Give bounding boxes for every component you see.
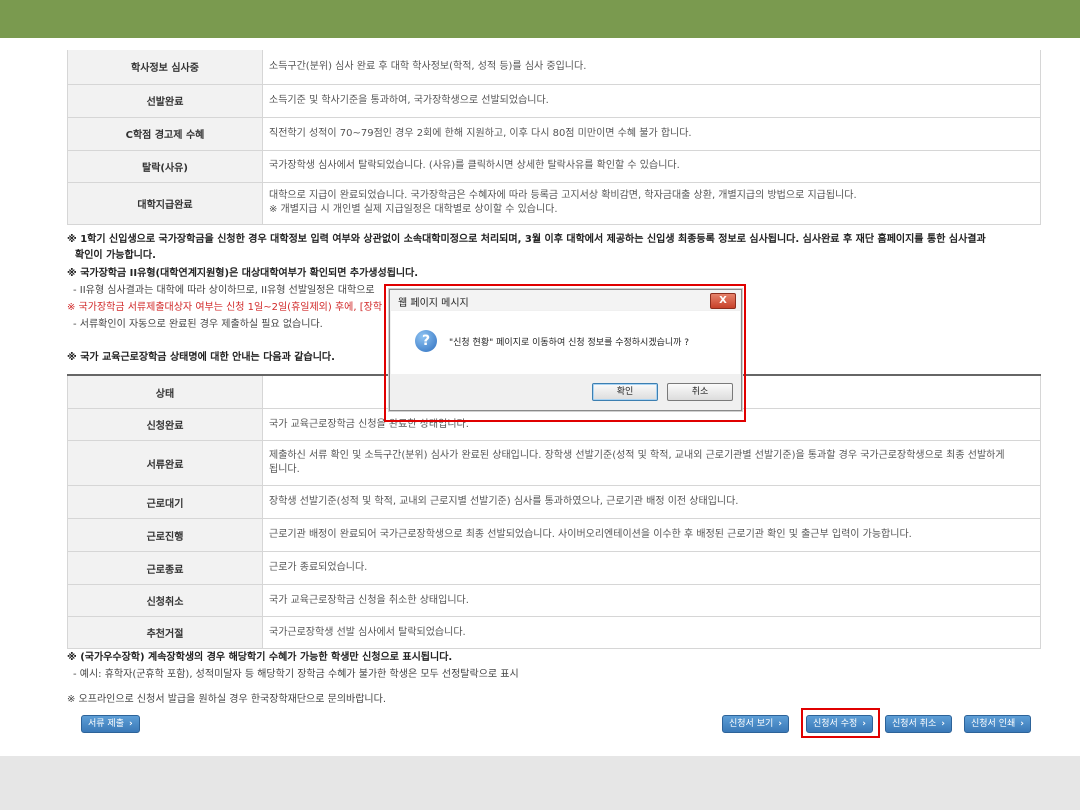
scholarship-status-table: 학사정보 심사중 소득구간(분위) 심사 완료 후 대학 학사정보(학적, 성적… [67, 50, 1041, 225]
chevron-right-icon: › [941, 719, 945, 729]
status-desc: 국가장학생 심사에서 탈락되었습니다. (사유)를 클릭하시면 상세한 탈락사유… [262, 149, 1041, 183]
dialog-message: "신청 현황" 페이지로 이동하여 신청 정보를 수정하시겠습니까 ? [449, 338, 690, 348]
status-label: 탈락(사유) [67, 149, 263, 183]
web-page-message-dialog: 웹 페이지 메시지 X ? "신청 현황" 페이지로 이동하여 신청 정보를 수… [389, 289, 742, 411]
note-type2: ※ 국가장학금 II유형(대학연계지원형)은 대상대학여부가 확인되면 추가생성… [67, 268, 419, 279]
table-row: 근로대기 장학생 선발기준(성적 및 학적, 교내외 근로지별 선발기준) 심사… [67, 485, 1041, 519]
submit-documents-button[interactable]: 서류 제출 › [81, 715, 140, 733]
status-desc: 국가근로장학생 선발 심사에서 탈락되었습니다. [262, 616, 1041, 649]
table-row: 추천거절 국가근로장학생 선발 심사에서 탈락되었습니다. [67, 616, 1041, 649]
note-freshman: ※ 1학기 신입생으로 국가장학금을 신청한 경우 대학정보 입력 여부와 상관… [67, 234, 986, 245]
note-merit-example: - 예시: 휴학자(군휴학 포함), 성적미달자 등 해당학기 장학금 수혜가 … [73, 669, 519, 680]
table-row: 학사정보 심사중 소득구간(분위) 심사 완료 후 대학 학사정보(학적, 성적… [67, 50, 1041, 85]
status-label: 학사정보 심사중 [67, 50, 263, 85]
column-header-status: 상태 [67, 374, 263, 409]
dialog-close-button[interactable]: X [710, 293, 736, 309]
top-banner [0, 0, 1080, 38]
dialog-cancel-button[interactable]: 취소 [667, 383, 733, 401]
status-label: 근로종료 [67, 551, 263, 585]
question-icon: ? [415, 330, 437, 352]
table-row: 근로진행 근로기관 배정이 완료되어 국가근로장학생으로 최종 선발되었습니다.… [67, 518, 1041, 552]
dialog-body: ? "신청 현황" 페이지로 이동하여 신청 정보를 수정하시겠습니까 ? [391, 311, 740, 374]
status-label: 신청취소 [67, 584, 263, 617]
view-application-label: 신청서 보기 [729, 719, 774, 729]
table-row: 서류완료 제출하신 서류 확인 및 소득구간(분위) 심사가 완료된 상태입니다… [67, 440, 1041, 486]
dialog-title: 웹 페이지 메시지 [398, 298, 469, 309]
status-desc: 제출하신 서류 확인 및 소득구간(분위) 심사가 완료된 상태입니다. 장학생… [262, 440, 1041, 486]
cancel-application-button[interactable]: 신청서 취소 › [885, 715, 952, 733]
status-label: 추천거절 [67, 616, 263, 649]
status-label: 신청완료 [67, 408, 263, 441]
chevron-right-icon: › [778, 719, 782, 729]
note-freshman-cont: 확인이 가능합니다. [75, 250, 156, 261]
table-row: C학점 경고제 수혜 직전학기 성적이 70~79점인 경우 2회에 한해 지원… [67, 116, 1041, 151]
note-offline: ※ 오프라인으로 신청서 발급을 원하실 경우 한국장학재단으로 문의바랍니다. [67, 694, 387, 705]
status-desc: 근로기관 배정이 완료되어 국가근로장학생으로 최종 선발되었습니다. 사이버오… [262, 518, 1041, 552]
status-label: 근로대기 [67, 485, 263, 519]
dialog-title-bar[interactable]: 웹 페이지 메시지 X [390, 290, 741, 310]
view-application-button[interactable]: 신청서 보기 › [722, 715, 789, 733]
cancel-application-label: 신청서 취소 [892, 719, 937, 729]
table-row: 대학지급완료 대학으로 지급이 완료되었습니다. 국가장학금은 수혜자에 따라 … [67, 181, 1041, 225]
status-desc: 근로가 종료되었습니다. [262, 551, 1041, 585]
note-merit-scholarship: ※ (국가우수장학) 계속장학생의 경우 해당학기 수혜가 가능한 학생만 신청… [67, 652, 453, 663]
status-desc: 직전학기 성적이 70~79점인 경우 2회에 한해 지원하고, 이후 다시 8… [262, 116, 1041, 151]
status-label: C학점 경고제 수혜 [67, 116, 263, 151]
status-desc: 소득구간(분위) 심사 완료 후 대학 학사정보(학적, 성적 등)를 심사 중… [262, 50, 1041, 85]
status-desc: 국가 교육근로장학금 신청을 취소한 상태입니다. [262, 584, 1041, 617]
footer-band [0, 756, 1080, 810]
table-row: 근로종료 근로가 종료되었습니다. [67, 551, 1041, 585]
status-desc: 소득기준 및 학사기준을 통과하여, 국가장학생으로 선발되었습니다. [262, 83, 1041, 118]
status-desc: 대학으로 지급이 완료되었습니다. 국가장학금은 수혜자에 따라 등록금 고지서… [262, 181, 1041, 225]
table-row: 선발완료 소득기준 및 학사기준을 통과하여, 국가장학생으로 선발되었습니다. [67, 83, 1041, 118]
submit-documents-label: 서류 제출 [88, 719, 124, 729]
print-application-button[interactable]: 신청서 인쇄 › [964, 715, 1031, 733]
status-desc: 장학생 선발기준(성적 및 학적, 교내외 근로지별 선발기준) 심사를 통과하… [262, 485, 1041, 519]
status-label: 서류완료 [67, 440, 263, 486]
status-label: 선발완료 [67, 83, 263, 118]
table-row: 탈락(사유) 국가장학생 심사에서 탈락되었습니다. (사유)를 클릭하시면 상… [67, 149, 1041, 183]
dialog-ok-button[interactable]: 확인 [592, 383, 658, 401]
status-label: 근로진행 [67, 518, 263, 552]
table-row: 신청취소 국가 교육근로장학금 신청을 취소한 상태입니다. [67, 584, 1041, 617]
edit-button-highlight [801, 708, 880, 738]
status-label: 대학지급완료 [67, 181, 263, 225]
print-application-label: 신청서 인쇄 [971, 719, 1016, 729]
chevron-right-icon: › [128, 719, 133, 729]
close-icon: X [719, 295, 727, 306]
chevron-right-icon: › [1020, 719, 1024, 729]
